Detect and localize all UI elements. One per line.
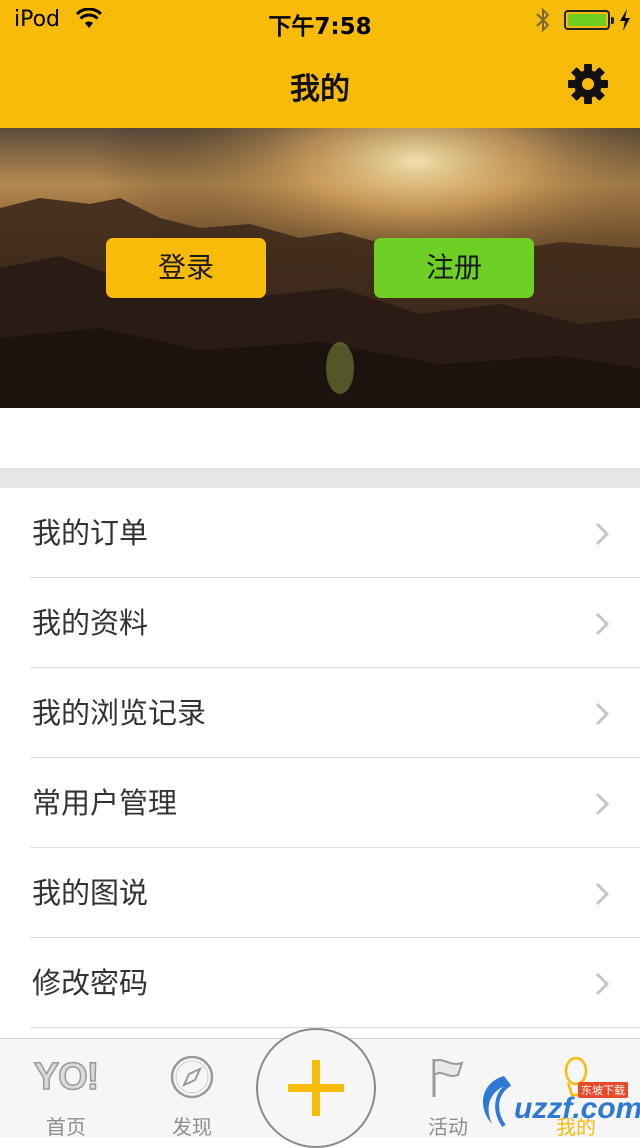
menu-item-frequent-users[interactable]: 常用户管理 <box>0 758 640 848</box>
login-button[interactable]: 登录 <box>106 238 266 298</box>
chevron-right-icon <box>595 792 610 816</box>
watermark-swoosh-icon <box>482 1076 512 1128</box>
plus-icon <box>288 1060 344 1116</box>
menu-item-label: 我的订单 <box>32 516 149 550</box>
menu-item-history[interactable]: 我的浏览记录 <box>0 668 640 758</box>
chevron-right-icon <box>595 612 610 636</box>
battery-icon <box>564 10 614 30</box>
chevron-right-icon <box>595 882 610 906</box>
chevron-right-icon <box>595 972 610 996</box>
page-title: 我的 <box>290 72 350 107</box>
flag-icon <box>432 1059 464 1097</box>
menu-item-label: 常用户管理 <box>32 786 178 820</box>
menu-item-orders[interactable]: 我的订单 <box>0 488 640 578</box>
bluetooth-icon <box>536 7 550 33</box>
menu-item-photo-stories[interactable]: 我的图说 <box>0 848 640 938</box>
menu-item-label: 我的资料 <box>32 606 149 640</box>
menu-item-label: 我的图说 <box>32 876 149 910</box>
chevron-right-icon <box>595 522 610 546</box>
menu-list: 我的订单 我的资料 我的浏览记录 常用户管理 我的图说 修改密码 <box>0 488 640 1028</box>
watermark-logo: 东坡下载 uzzf.com <box>474 1068 640 1134</box>
add-button[interactable] <box>256 1028 376 1148</box>
menu-item-label: 我的浏览记录 <box>32 696 207 730</box>
menu-item-change-password[interactable]: 修改密码 <box>0 938 640 1028</box>
mountain-sunset-image <box>0 128 640 408</box>
menu-item-profile[interactable]: 我的资料 <box>0 578 640 668</box>
section-divider <box>0 468 640 488</box>
menu-item-label: 修改密码 <box>32 966 149 1000</box>
divider <box>30 1027 640 1028</box>
register-button[interactable]: 注册 <box>374 238 534 298</box>
status-bar: iPod 下午7:58 <box>0 0 640 40</box>
compass-icon <box>170 1055 214 1099</box>
watermark-text: uzzf.com <box>514 1092 640 1125</box>
tab-discover[interactable]: 发现 <box>132 1039 252 1139</box>
yo-logo-icon: YO! <box>33 1055 100 1099</box>
chevron-right-icon <box>595 702 610 726</box>
tab-home[interactable]: YO! 首页 <box>6 1039 126 1139</box>
charging-icon <box>620 9 630 31</box>
header-banner <box>0 128 640 408</box>
gear-icon[interactable] <box>566 62 610 106</box>
